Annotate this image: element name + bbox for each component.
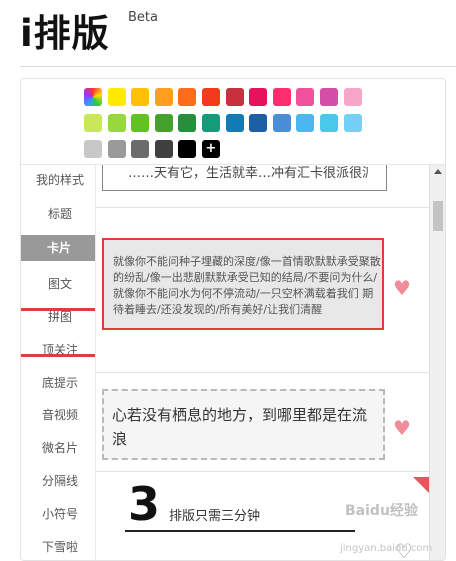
color-swatch[interactable] (178, 140, 197, 158)
sidebar-item[interactable]: 图文 (21, 271, 99, 297)
color-swatch[interactable] (343, 88, 362, 106)
number-template-caption: 排版只需三分钟 (169, 509, 261, 524)
color-swatch[interactable] (296, 88, 315, 106)
color-swatch[interactable] (343, 114, 362, 132)
card-template-item[interactable]: 就像你不能问种子埋藏的深度/像一首情歌默默承受聚散的纷乱/像一出悲剧默默承受已知… (102, 238, 384, 330)
card-template-text: 就像你不能问种子埋藏的深度/像一首情歌默默承受聚散的纷乱/像一出悲剧默默承受已知… (113, 255, 381, 316)
color-swatch[interactable] (178, 88, 197, 106)
favorite-heart-icon[interactable]: ♥ (393, 418, 411, 438)
list-divider (96, 471, 432, 472)
dashed-template-text: 心若没有栖息的地方，到哪里都是在流浪 (112, 406, 368, 448)
favorite-heart-icon[interactable]: ♥ (393, 278, 411, 298)
sidebar-item[interactable]: 我的样式 (21, 167, 99, 193)
list-divider (96, 207, 432, 208)
vertical-scrollbar[interactable] (429, 165, 445, 560)
list-divider (96, 372, 432, 373)
color-swatch[interactable] (107, 140, 126, 158)
sidebar-item[interactable]: 分隔线 (21, 468, 99, 494)
color-swatch[interactable] (249, 114, 268, 132)
sidebar-item[interactable]: 音视频 (21, 402, 99, 428)
dashed-template-item[interactable]: 心若没有栖息的地方，到哪里都是在流浪 (102, 389, 385, 460)
app-header: i排版 Beta (0, 0, 456, 66)
color-swatch[interactable] (154, 140, 173, 158)
color-swatch[interactable] (320, 114, 338, 132)
color-swatch[interactable] (178, 114, 197, 132)
add-color-icon[interactable]: + (202, 140, 220, 158)
scroll-up-arrow-icon[interactable] (434, 169, 442, 174)
color-swatch[interactable] (202, 114, 220, 132)
number-template-underline (125, 530, 355, 532)
color-swatch[interactable] (225, 114, 244, 132)
color-swatch[interactable] (84, 114, 102, 132)
partial-template-text: ……天有它，生活就幸…冲有汇卡很派很派…… (128, 166, 368, 181)
color-swatch[interactable] (154, 88, 173, 106)
color-swatch[interactable] (107, 114, 126, 132)
beta-badge: Beta (128, 10, 158, 25)
editor-panel: + 我的样式 标题 卡片 图文 拼图 顶关注 底提示 音视频 微名片 分隔线 小符号 下雪啦 ……天有… (20, 78, 446, 561)
watermark-url: jingyan.baidu.com (340, 543, 433, 554)
color-swatch[interactable] (131, 114, 150, 132)
color-swatch[interactable] (272, 88, 291, 106)
color-swatch[interactable] (154, 114, 173, 132)
sidebar-item[interactable]: 底提示 (21, 370, 99, 396)
header-divider (20, 66, 456, 67)
color-swatch[interactable] (84, 140, 102, 158)
color-swatch[interactable] (249, 88, 268, 106)
color-swatch[interactable] (320, 88, 338, 106)
color-swatch[interactable] (296, 114, 315, 132)
sidebar-item[interactable]: 小符号 (21, 501, 99, 527)
number-template-digit[interactable]: 3 (128, 479, 160, 529)
custom-color-swatch[interactable] (84, 88, 102, 106)
color-swatch[interactable] (107, 88, 126, 106)
color-palette: + (21, 79, 445, 165)
style-template-partial[interactable]: ……天有它，生活就幸…冲有汇卡很派很派…… (102, 165, 387, 191)
color-swatch[interactable] (225, 88, 244, 106)
color-swatch[interactable] (202, 88, 220, 106)
highlight-box-active-category (21, 308, 104, 357)
scroll-thumb[interactable] (433, 201, 443, 231)
sidebar-item[interactable]: 标题 (21, 201, 99, 227)
color-swatch[interactable] (131, 88, 150, 106)
sidebar-item[interactable]: 下雪啦 (21, 534, 99, 560)
app-logo[interactable]: i排版 (20, 14, 110, 54)
color-swatch[interactable] (131, 140, 150, 158)
color-swatch[interactable] (272, 114, 291, 132)
sidebar-item[interactable]: 微名片 (21, 435, 99, 461)
watermark-logo: Baidu经验 (345, 503, 418, 519)
sidebar-item[interactable]: 卡片 (21, 235, 97, 261)
style-category-sidebar: 我的样式 标题 卡片 图文 拼图 顶关注 底提示 音视频 微名片 分隔线 小符号 下雪啦 (21, 165, 99, 560)
